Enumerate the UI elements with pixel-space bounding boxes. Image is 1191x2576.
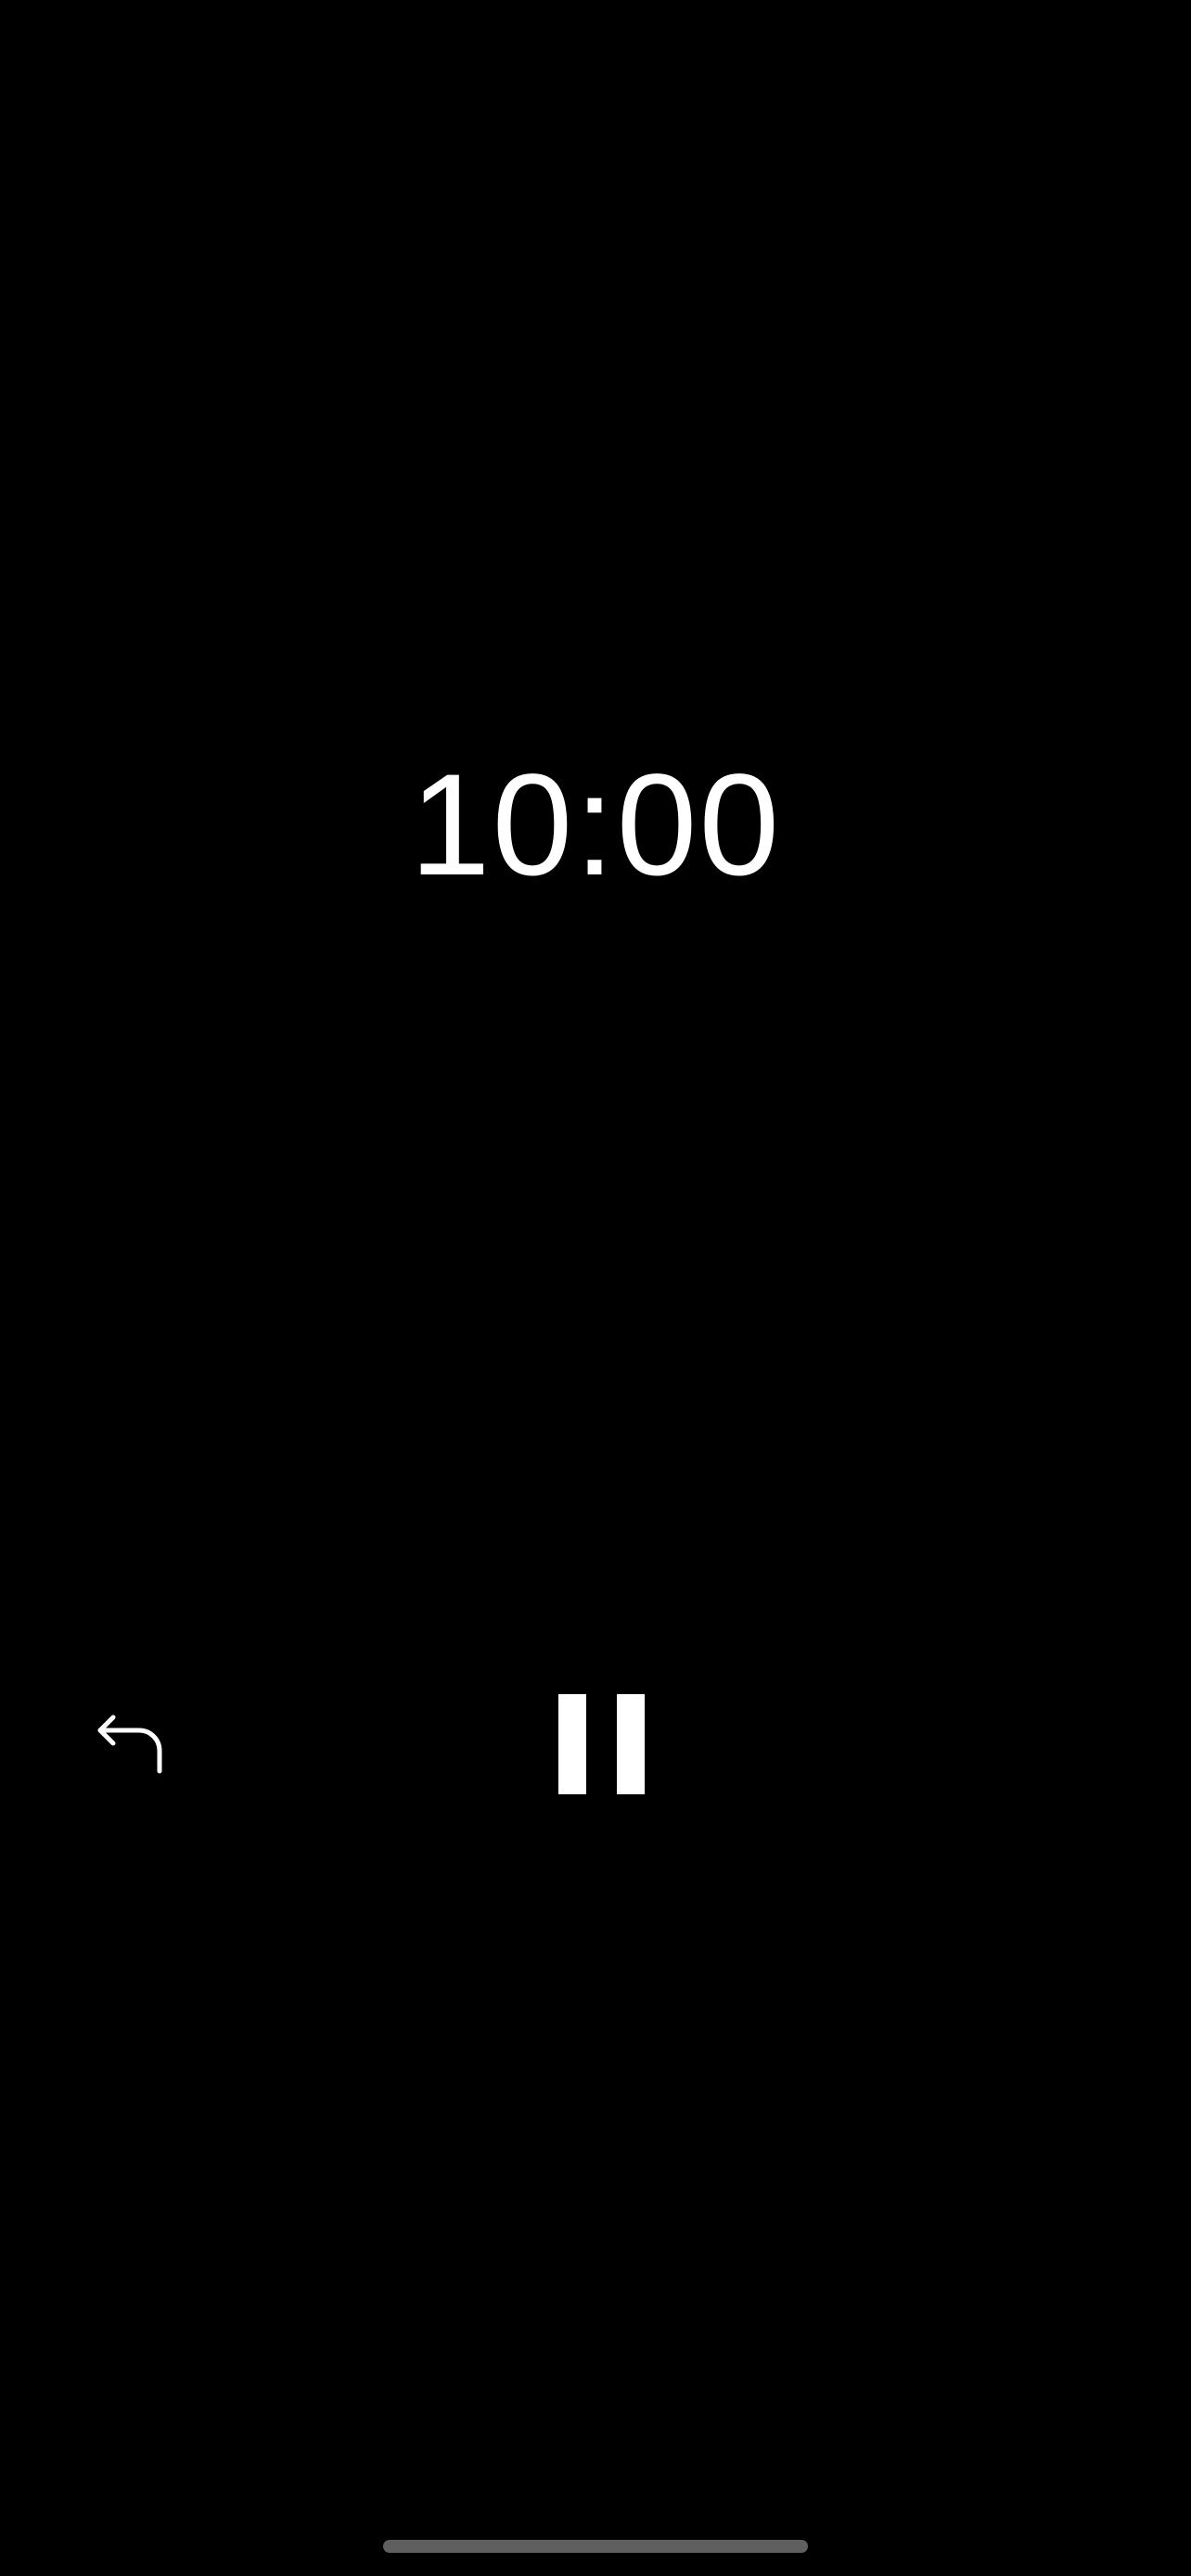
timer-display: 10:00: [409, 745, 782, 906]
pause-button[interactable]: [540, 1680, 651, 1797]
timer-screen: 10:00: [0, 0, 1191, 2576]
home-indicator[interactable]: [383, 2540, 808, 2553]
pause-icon: [558, 1694, 586, 1794]
pause-icon-bar: [617, 1694, 645, 1794]
reset-button[interactable]: [83, 1697, 176, 1790]
return-left-arrow-icon: [97, 1715, 162, 1774]
